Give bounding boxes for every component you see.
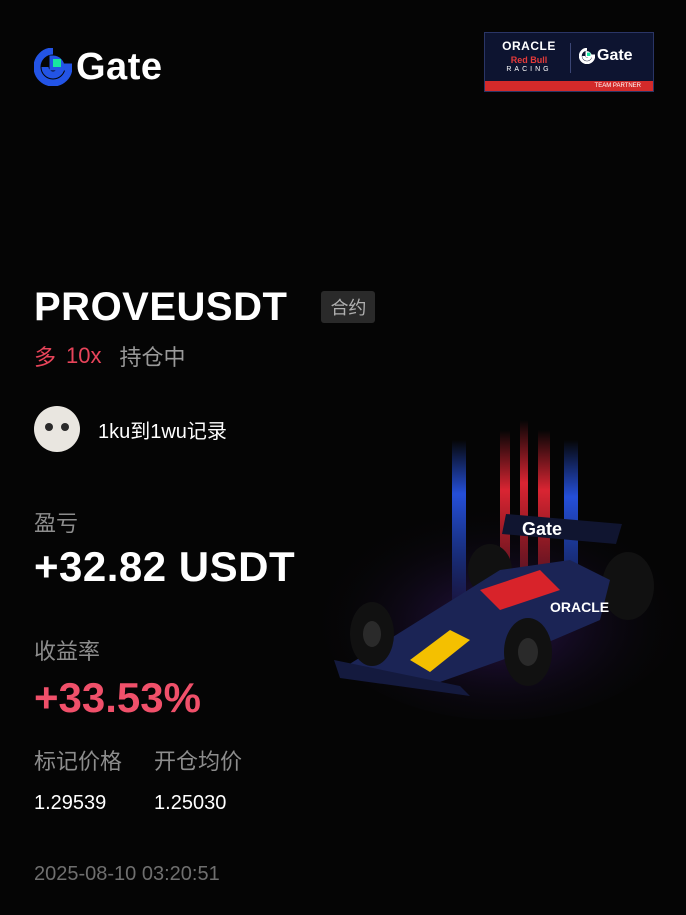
pair-symbol: PROVEUSDT bbox=[34, 285, 288, 329]
position-info: 多 10x 持仓中 bbox=[34, 340, 186, 372]
entry-price-label: 开仓均价 bbox=[154, 749, 243, 774]
gate-logo-icon bbox=[34, 48, 72, 86]
roi-label: 收益率 bbox=[34, 639, 101, 664]
pnl-value: +32.82 USDT bbox=[34, 543, 296, 590]
gate-mini-icon bbox=[579, 48, 595, 64]
avatar bbox=[34, 406, 80, 452]
entry-price-value: 1.25030 bbox=[154, 792, 227, 814]
timestamp: 2025-08-10 03:20:51 bbox=[34, 863, 220, 885]
f1-car-illustration: Gate ORACLE bbox=[310, 420, 686, 720]
position-direction: 多 bbox=[34, 345, 57, 370]
pair-row: PROVEUSDT 合约 bbox=[34, 284, 376, 330]
partner-gate-text: Gate bbox=[597, 47, 633, 64]
username: 1ku到1wu记录 bbox=[98, 420, 227, 443]
team-partner-bar: TEAM PARTNER bbox=[485, 81, 653, 91]
mark-price-label: 标记价格 bbox=[34, 749, 123, 774]
contract-type-badge: 合约 bbox=[321, 291, 376, 323]
entry-price: 开仓均价 1.25030 bbox=[154, 744, 242, 815]
partner-gate-logo: Gate bbox=[579, 47, 633, 65]
oracle-redbull-logo: ORACLE Red Bull RACING bbox=[493, 39, 565, 73]
mark-price: 标记价格 1.29539 bbox=[34, 744, 122, 815]
position-leverage: 10x bbox=[66, 343, 102, 368]
racing-text: RACING bbox=[506, 66, 552, 73]
logo-text: Gate bbox=[76, 46, 163, 88]
mark-price-value: 1.29539 bbox=[34, 792, 107, 814]
roi-value: +33.53% bbox=[34, 674, 201, 721]
gate-logo: Gate bbox=[34, 48, 162, 86]
partner-divider bbox=[570, 43, 571, 73]
svg-text:ORACLE: ORACLE bbox=[550, 599, 609, 615]
oracle-text: ORACLE bbox=[502, 39, 556, 53]
svg-text:Gate: Gate bbox=[522, 519, 562, 539]
price-grid: 标记价格 1.29539 开仓均价 1.25030 bbox=[34, 744, 242, 815]
pnl-label: 盈亏 bbox=[34, 511, 79, 536]
user-row: 1ku到1wu记录 bbox=[34, 406, 227, 452]
position-status: 持仓中 bbox=[119, 345, 186, 370]
redbull-text: Red Bull bbox=[510, 55, 548, 65]
partner-badge: ORACLE Red Bull RACING Gate TEAM PARTNER bbox=[484, 32, 654, 92]
